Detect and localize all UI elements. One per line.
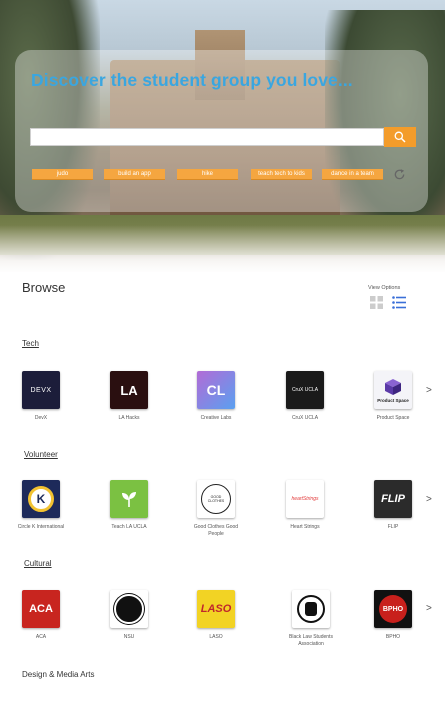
category-title-tech[interactable]: Tech: [22, 339, 39, 348]
group-name: Heart Strings: [290, 524, 320, 530]
group-name: FLIP: [387, 524, 399, 530]
product-space-logo: Product Space: [374, 371, 412, 409]
hero-headline: Discover the student group you love...: [31, 70, 353, 90]
view-options-label: View Options: [368, 285, 401, 291]
blsa-logo: [292, 590, 330, 628]
group-name: ACA: [35, 634, 47, 640]
group-tile-devx[interactable]: DEVX DevX: [11, 371, 71, 422]
suggestion-chip[interactable]: teach tech to kids: [251, 169, 312, 180]
grid-view-icon[interactable]: [370, 296, 383, 309]
suggestion-chip[interactable]: dance in a team: [322, 169, 383, 180]
bpho-logo: BPHO: [374, 590, 412, 628]
group-name: Teach LA UCLA: [111, 524, 147, 530]
group-tile-crux[interactable]: CruX UCLA CruX UCLA: [275, 371, 335, 422]
heart-strings-logo: heartStrings: [286, 480, 324, 518]
group-tile-good-clothes[interactable]: GOOD CLOTHES Good Clothes Good People: [186, 480, 246, 538]
suggestion-chip[interactable]: judo: [32, 169, 93, 180]
search-icon: [394, 131, 406, 143]
teach-la-logo: [110, 480, 148, 518]
creative-labs-logo: CL: [197, 371, 235, 409]
category-title-cultural[interactable]: Cultural: [24, 559, 52, 568]
group-name: Circle K International: [17, 524, 65, 530]
group-tile-circle-k[interactable]: K Circle K International: [11, 480, 71, 531]
group-name: Black Law Students Association: [289, 634, 333, 647]
crux-logo: CruX UCLA: [286, 371, 324, 409]
search-input[interactable]: [30, 128, 384, 146]
aca-logo: ACA: [22, 590, 60, 628]
group-name: Creative Labs: [200, 415, 232, 421]
group-tile-aca[interactable]: ACA ACA: [11, 590, 71, 641]
hero-fade: [0, 225, 445, 272]
search-button[interactable]: [384, 127, 416, 147]
refresh-icon[interactable]: [393, 168, 406, 181]
group-tile-nsu[interactable]: NSU: [99, 590, 159, 641]
group-tile-la-hacks[interactable]: LA LA Hacks: [99, 371, 159, 422]
next-arrow-volunteer[interactable]: >: [426, 494, 432, 505]
category-title-volunteer[interactable]: Volunteer: [24, 450, 58, 459]
devx-logo: DEVX: [22, 371, 60, 409]
group-name: LASO: [209, 634, 223, 640]
list-view-icon[interactable]: [392, 296, 406, 309]
group-name: LA Hacks: [118, 415, 140, 421]
group-tile-product-space[interactable]: Product Space Product Space: [363, 371, 423, 422]
group-name: DevX: [34, 415, 48, 421]
group-name: CruX UCLA: [291, 415, 319, 421]
group-tile-creative-labs[interactable]: CL Creative Labs: [186, 371, 246, 422]
group-tile-heart-strings[interactable]: heartStrings Heart Strings: [275, 480, 335, 531]
la-hacks-logo: LA: [110, 371, 148, 409]
next-arrow-cultural[interactable]: >: [426, 603, 432, 614]
flip-logo: FLIP: [374, 480, 412, 518]
group-name: Good Clothes Good People: [193, 524, 239, 537]
next-arrow-tech[interactable]: >: [426, 385, 432, 396]
group-tile-flip[interactable]: FLIP FLIP: [363, 480, 423, 531]
suggestion-chip[interactable]: build an app: [104, 169, 165, 180]
nsu-logo: [110, 590, 148, 628]
group-tile-teach-la[interactable]: Teach LA UCLA: [99, 480, 159, 531]
group-tile-laso[interactable]: LASO LASO: [186, 590, 246, 641]
group-tile-blsa[interactable]: Black Law Students Association: [281, 590, 341, 648]
group-name: Product Space: [376, 415, 410, 421]
category-title-design-media-arts[interactable]: Design & Media Arts: [22, 670, 94, 679]
suggestion-chip[interactable]: hike: [177, 169, 238, 180]
browse-title: Browse: [22, 280, 66, 295]
laso-logo: LASO: [197, 590, 235, 628]
group-name: BPHO: [385, 634, 401, 640]
good-clothes-logo: GOOD CLOTHES: [197, 480, 235, 518]
circle-k-logo: K: [22, 480, 60, 518]
sprout-icon: [122, 492, 136, 507]
group-tile-bpho[interactable]: BPHO BPHO: [363, 590, 423, 641]
group-name: NSU: [123, 634, 135, 640]
cube-icon: [385, 378, 401, 395]
